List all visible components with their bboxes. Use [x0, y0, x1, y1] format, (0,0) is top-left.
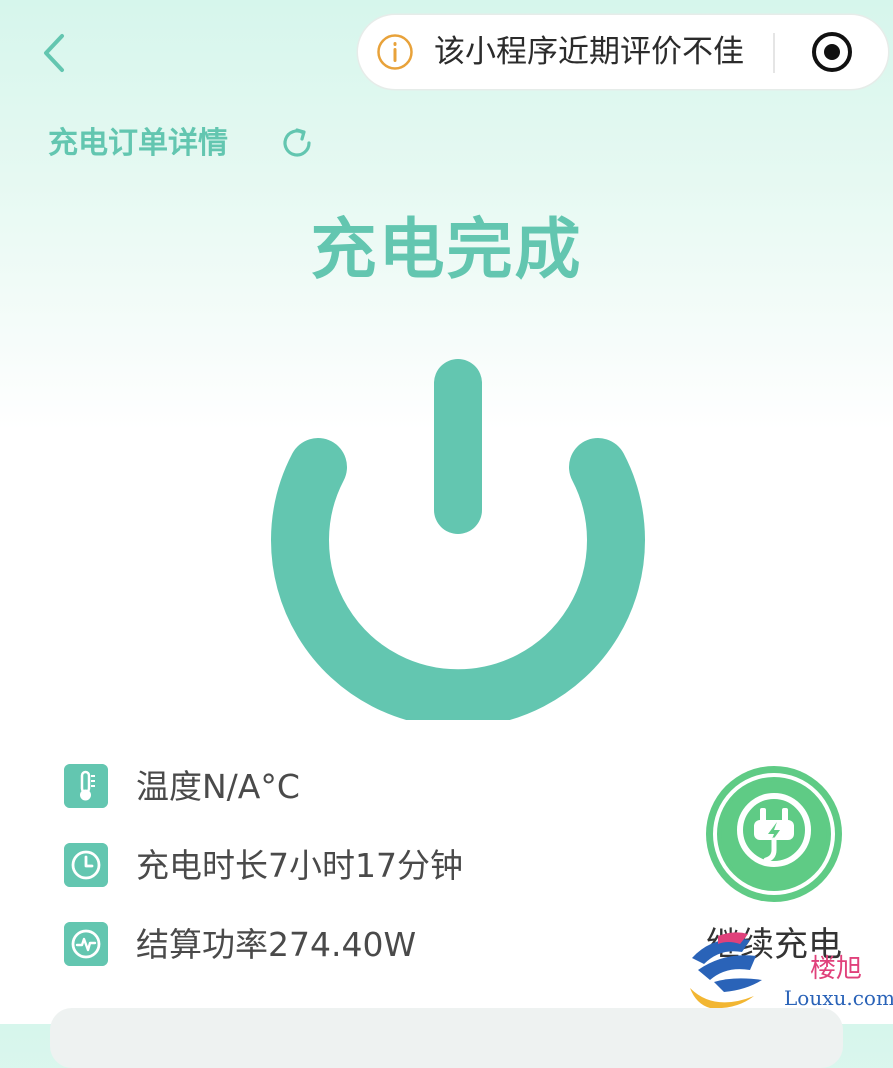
- watermark-domain: Louxu.com: [784, 986, 893, 1010]
- refresh-button[interactable]: [276, 122, 318, 164]
- continue-charging-button[interactable]: [704, 764, 844, 904]
- duration-text: 充电时长7小时17分钟: [136, 846, 463, 885]
- plug-icon: [706, 766, 842, 902]
- refresh-icon: [283, 128, 311, 157]
- info-circle-icon: [377, 34, 413, 70]
- charge-status-text: 充电完成: [310, 211, 583, 288]
- page-title: 充电订单详情: [48, 126, 228, 161]
- chevron-left-icon: [44, 34, 64, 72]
- back-button[interactable]: [36, 28, 76, 78]
- power-text: 结算功率274.40W: [136, 925, 417, 964]
- capsule-divider: [773, 33, 775, 73]
- clock-icon: [64, 843, 108, 887]
- mini-program-capsule: 该小程序近期评价不佳: [358, 15, 888, 89]
- watermark-brand: 楼旭: [810, 954, 863, 984]
- bottom-card: [50, 1008, 843, 1068]
- record-icon[interactable]: [810, 30, 854, 74]
- power-meter-icon: [64, 922, 108, 966]
- thermometer-icon: [64, 764, 108, 808]
- temperature-text: 温度N/A°C: [136, 767, 300, 806]
- review-warning-text[interactable]: 该小程序近期评价不佳: [434, 33, 744, 71]
- power-icon: [271, 359, 645, 720]
